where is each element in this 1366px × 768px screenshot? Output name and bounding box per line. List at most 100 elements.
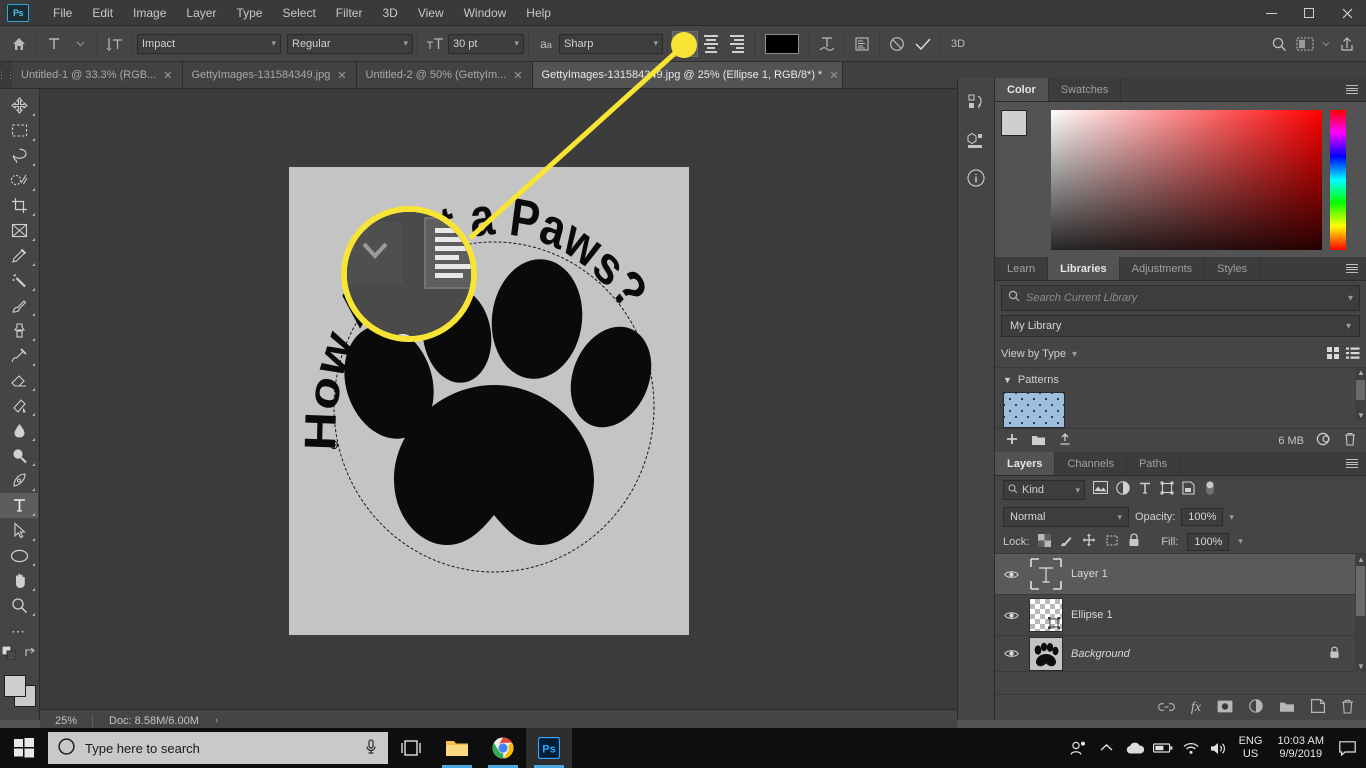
speaker-icon[interactable] <box>1206 728 1232 768</box>
delete-icon[interactable] <box>1344 432 1356 449</box>
close-button[interactable] <box>1328 0 1366 26</box>
menu-edit[interactable]: Edit <box>82 2 123 24</box>
tab-swatches[interactable]: Swatches <box>1049 78 1122 101</box>
home-icon[interactable] <box>6 31 32 57</box>
foreground-color-swatch[interactable] <box>4 675 26 697</box>
tab-libraries[interactable]: Libraries <box>1048 257 1120 280</box>
document-tab-3[interactable]: GettyImages-131584349.jpg @ 25% (Ellipse… <box>532 62 843 88</box>
tab-bar-gripper[interactable]: ⋮⋮ <box>0 62 15 88</box>
menu-image[interactable]: Image <box>123 2 176 24</box>
color-swatches[interactable] <box>0 671 40 715</box>
color-panel-swatches[interactable] <box>1001 110 1045 154</box>
show-hidden-icons-icon[interactable] <box>1094 728 1120 768</box>
canvas-area[interactable]: How About a Paws? <box>40 89 957 709</box>
font-family-select[interactable]: Impact ▾ <box>137 33 281 54</box>
arrange-documents-icon[interactable] <box>1292 31 1318 57</box>
layer-row[interactable]: Ellipse 1 <box>995 595 1366 636</box>
frame-tool[interactable] <box>0 218 38 243</box>
eraser-tool[interactable] <box>0 368 38 393</box>
layer-row[interactable]: Layer 1 <box>995 554 1366 595</box>
search-icon[interactable] <box>1266 31 1292 57</box>
tool-preset-chevron-down-icon[interactable] <box>67 31 93 57</box>
file-explorer-icon[interactable] <box>434 728 480 768</box>
document-tab-2[interactable]: Untitled-2 @ 50% (GettyIm... ✕ <box>356 62 533 88</box>
lock-position-icon[interactable] <box>1082 533 1096 550</box>
character-paragraph-panels-icon[interactable] <box>849 31 875 57</box>
new-group-icon[interactable] <box>1031 433 1046 449</box>
chevron-down-icon[interactable]: ▾ <box>1348 293 1353 304</box>
close-icon[interactable]: ✕ <box>829 69 838 82</box>
color-panel-foreground-swatch[interactable] <box>1001 110 1027 136</box>
start-button[interactable] <box>0 728 48 768</box>
menu-select[interactable]: Select <box>272 2 325 24</box>
chevron-down-icon[interactable]: ▾ <box>1238 536 1243 547</box>
chevron-down-icon[interactable]: ▾ <box>1072 349 1077 360</box>
opacity-input[interactable]: 100% <box>1181 508 1224 526</box>
action-center-icon[interactable] <box>1334 728 1360 768</box>
fill-input[interactable]: 100% <box>1187 532 1230 551</box>
share-icon[interactable] <box>1334 31 1360 57</box>
library-asset-thumbnail[interactable] <box>1003 392 1065 428</box>
color-panel-menu-icon[interactable] <box>1338 78 1366 101</box>
zoom-level[interactable]: 25% <box>40 715 92 727</box>
pen-tool[interactable] <box>0 468 38 493</box>
layer-mask-icon[interactable] <box>1217 700 1233 716</box>
chevron-down-icon[interactable]: ▾ <box>1229 512 1234 523</box>
photoshop-taskbar-icon[interactable]: Ps <box>526 728 572 768</box>
maximize-button[interactable] <box>1290 0 1328 26</box>
pixel-filter-icon[interactable] <box>1092 480 1109 499</box>
crop-tool[interactable] <box>0 193 38 218</box>
swap-colors-icon[interactable] <box>24 646 37 664</box>
font-style-select[interactable]: Regular ▾ <box>287 33 413 54</box>
creative-cloud-sync-icon[interactable] <box>1316 432 1332 449</box>
upload-icon[interactable] <box>1058 432 1072 449</box>
layer-row[interactable]: Background <box>995 636 1366 672</box>
layer-thumbnail-type[interactable] <box>1029 557 1063 591</box>
menu-window[interactable]: Window <box>454 2 517 24</box>
link-layers-icon[interactable] <box>1157 701 1175 715</box>
commit-edits-button[interactable] <box>910 31 936 57</box>
chrome-icon[interactable] <box>480 728 526 768</box>
lasso-tool[interactable] <box>0 143 38 168</box>
clock[interactable]: 10:03 AM 9/9/2019 <box>1270 735 1332 761</box>
close-icon[interactable]: ✕ <box>513 69 522 82</box>
lock-artboard-nesting-icon[interactable] <box>1105 534 1119 550</box>
menu-view[interactable]: View <box>408 2 454 24</box>
view-by-type-label[interactable]: View by Type <box>1001 348 1066 360</box>
arrange-chevron-down-icon[interactable] <box>1318 31 1334 57</box>
spot-healing-brush-tool[interactable] <box>0 268 38 293</box>
tab-paths[interactable]: Paths <box>1127 452 1181 475</box>
close-icon[interactable]: ✕ <box>163 69 172 82</box>
hand-tool[interactable] <box>0 568 38 593</box>
tab-layers[interactable]: Layers <box>995 452 1056 475</box>
align-left-button[interactable] <box>672 30 698 57</box>
rectangular-marquee-tool[interactable] <box>0 118 38 143</box>
align-right-button[interactable] <box>724 31 750 57</box>
edit-toolbar-button[interactable]: ⋯ <box>0 618 38 643</box>
delete-layer-icon[interactable] <box>1341 699 1354 717</box>
move-tool[interactable] <box>0 93 38 118</box>
type-filter-icon[interactable] <box>1138 481 1152 500</box>
toggle-text-orientation-icon[interactable] <box>102 31 128 57</box>
library-group-header[interactable]: ▼ Patterns <box>1003 374 1358 386</box>
ellipse-tool[interactable] <box>0 543 38 568</box>
menu-type[interactable]: Type <box>226 2 272 24</box>
history-panel-icon[interactable] <box>958 84 994 120</box>
color-spectrum-field[interactable] <box>1051 110 1322 250</box>
people-icon[interactable] <box>1066 728 1092 768</box>
adjustment-filter-icon[interactable] <box>1116 480 1130 500</box>
library-select[interactable]: My Library ▾ <box>1001 315 1360 337</box>
status-chevron-right-icon[interactable]: › <box>215 715 218 726</box>
text-color-swatch[interactable] <box>765 33 799 54</box>
shape-filter-icon[interactable] <box>1160 481 1174 500</box>
new-group-icon[interactable] <box>1279 700 1295 716</box>
lock-image-pixels-icon[interactable] <box>1060 534 1073 550</box>
library-search-row[interactable]: ▾ <box>1001 285 1360 311</box>
grid-view-icon[interactable] <box>1326 346 1340 363</box>
menu-filter[interactable]: Filter <box>326 2 373 24</box>
layer-name[interactable]: Layer 1 <box>1071 568 1108 580</box>
new-layer-icon[interactable] <box>1311 699 1325 716</box>
path-selection-tool[interactable] <box>0 518 38 543</box>
libraries-panel-menu-icon[interactable] <box>1338 257 1366 280</box>
lock-icon[interactable] <box>1329 646 1340 662</box>
